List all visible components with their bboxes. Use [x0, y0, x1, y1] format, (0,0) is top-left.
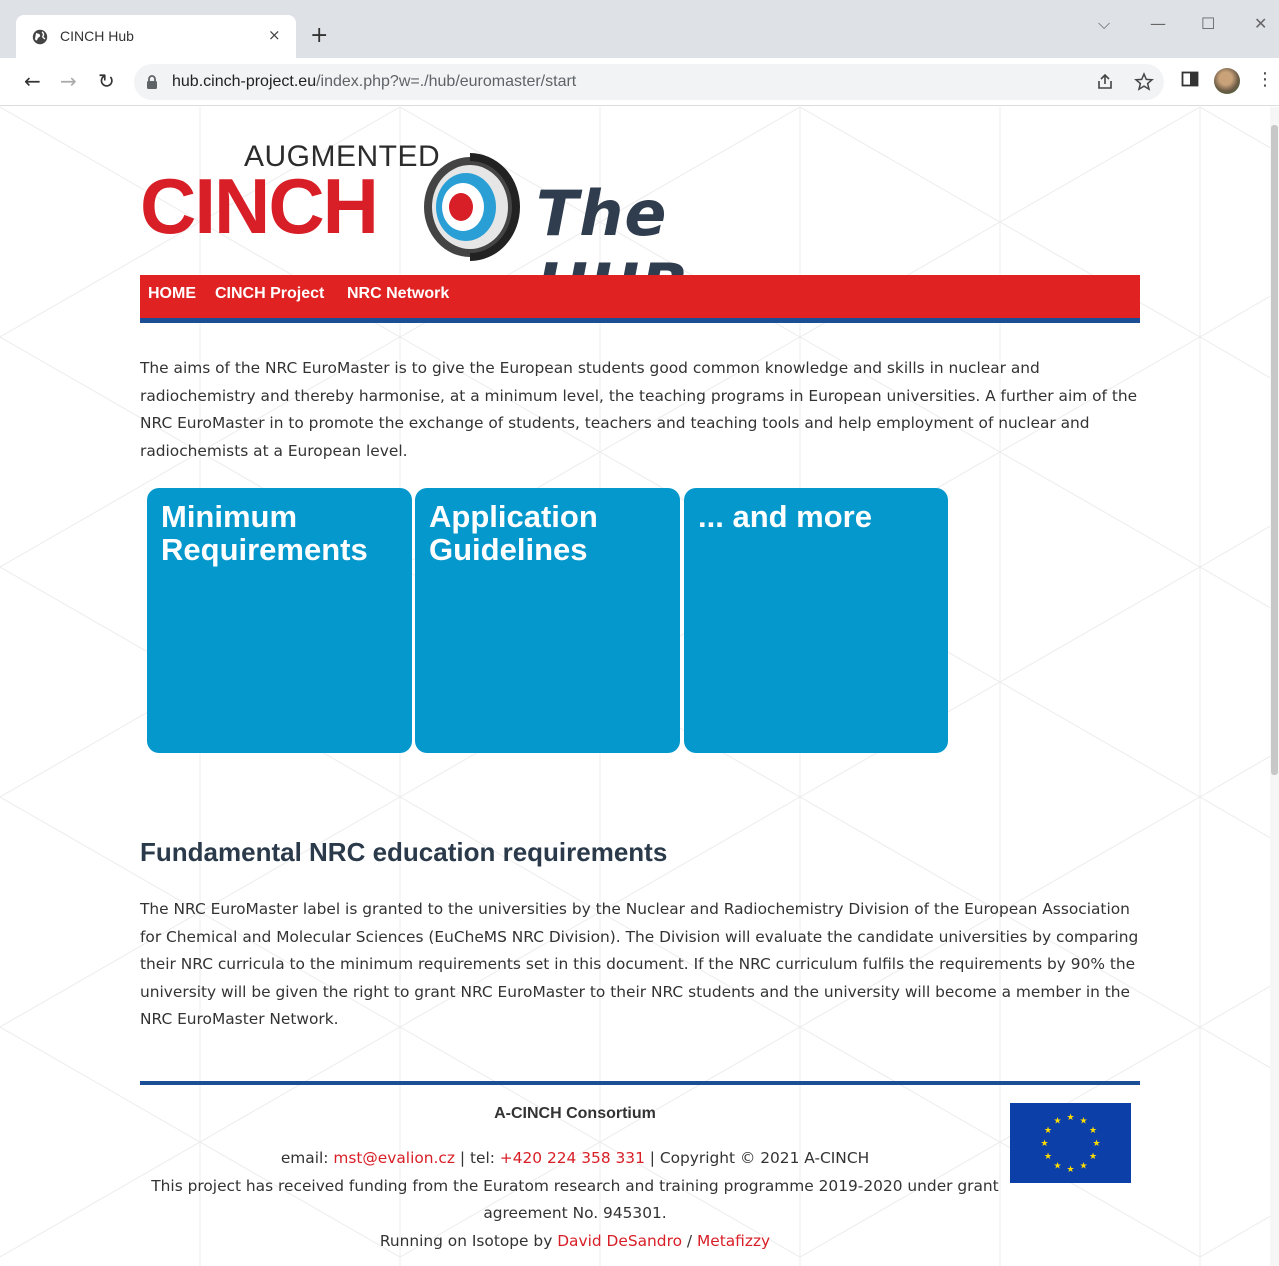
close-window-button[interactable]: ✕ — [1254, 14, 1267, 33]
forward-button[interactable]: → — [60, 69, 77, 93]
profile-avatar[interactable] — [1214, 68, 1240, 94]
browser-tabstrip: CINCH Hub × + ⌵ — ☐ ✕ — [0, 0, 1279, 58]
tile-title: ... and more — [698, 499, 872, 534]
maximize-button[interactable]: ☐ — [1201, 14, 1215, 33]
funding-text: This project has received funding from t… — [151, 1176, 999, 1223]
tab-title: CINCH Hub — [60, 28, 134, 44]
page-viewport: AUGMENTED CINCH The HUB HOME CINCH Proje… — [0, 107, 1279, 1266]
nav-nrc-network-link[interactable]: NRC Network — [347, 285, 449, 303]
author-link[interactable]: David DeSandro — [557, 1232, 682, 1250]
tile-title: Minimum Requirements — [161, 499, 368, 567]
svg-text:★: ★ — [1079, 1162, 1087, 1172]
tile-minimum-requirements[interactable]: Minimum Requirements — [147, 488, 412, 753]
scrollbar-thumb[interactable] — [1271, 125, 1278, 775]
svg-text:★: ★ — [1053, 1117, 1061, 1127]
share-icon[interactable] — [1096, 73, 1114, 91]
tile-application-guidelines[interactable]: Application Guidelines — [415, 488, 680, 753]
svg-text:★: ★ — [1079, 1117, 1087, 1127]
main-nav: HOME CINCH Project NRC Network — [140, 275, 1140, 323]
logo-cinch-text: CINCH — [140, 162, 379, 250]
more-icon[interactable]: ⋮ — [1256, 69, 1274, 91]
tab-search-icon[interactable]: ⌵ — [1098, 14, 1110, 34]
address-bar[interactable]: hub.cinch-project.eu/index.php?w=./hub/e… — [134, 64, 1164, 100]
reload-button[interactable]: ↻ — [98, 69, 115, 93]
browser-tab[interactable]: CINCH Hub × — [16, 15, 296, 58]
url-text[interactable]: hub.cinch-project.eu/index.php?w=./hub/e… — [172, 73, 576, 91]
footer-org-name: A-CINCH Consortium — [494, 1105, 656, 1122]
tile-title: Application Guidelines — [429, 499, 598, 567]
section-paragraph: The NRC EuroMaster label is granted to t… — [140, 900, 1139, 1028]
eu-flag-icon: ★ ★ ★ ★ ★ ★ ★ ★ ★ ★ ★ ★ — [1010, 1103, 1131, 1183]
nav-cinch-project-link[interactable]: CINCH Project — [215, 285, 324, 303]
tel-label: | tel: — [454, 1149, 500, 1167]
section-heading: Fundamental NRC education requirements — [140, 837, 668, 867]
page-scrollbar[interactable] — [1270, 107, 1279, 1266]
target-icon — [424, 153, 520, 261]
svg-text:★: ★ — [1092, 1139, 1100, 1149]
back-button[interactable]: ← — [24, 69, 41, 93]
separator-text: / — [681, 1231, 697, 1250]
footer-divider — [140, 1081, 1140, 1085]
globe-icon — [32, 29, 48, 45]
svg-text:★: ★ — [1044, 1126, 1052, 1136]
svg-text:★: ★ — [1066, 1165, 1074, 1175]
side-panel-icon[interactable] — [1181, 70, 1199, 88]
svg-text:★: ★ — [1089, 1126, 1097, 1136]
tile-and-more[interactable]: ... and more — [684, 488, 948, 753]
browser-toolbar: ← → ↻ hub.cinch-project.eu/index.php?w=.… — [0, 58, 1279, 106]
footer-contact: email: mst@evalion.cz | tel: +420 224 35… — [140, 1145, 1010, 1255]
tab-close-button[interactable]: × — [268, 26, 281, 44]
site-logo[interactable]: AUGMENTED CINCH The HUB — [140, 137, 830, 323]
nav-home-link[interactable]: HOME — [148, 285, 196, 303]
email-label: email: — [280, 1149, 334, 1167]
svg-text:★: ★ — [1066, 1113, 1074, 1123]
company-link[interactable]: Metafizzy — [697, 1232, 770, 1250]
new-tab-button[interactable]: + — [310, 23, 328, 49]
copyright-text: | Copyright © 2021 A-CINCH — [644, 1149, 870, 1167]
svg-text:★: ★ — [1089, 1152, 1097, 1162]
svg-text:★: ★ — [1044, 1152, 1052, 1162]
email-link[interactable]: mst@evalion.cz — [333, 1149, 455, 1167]
lock-icon[interactable] — [146, 75, 158, 89]
svg-text:★: ★ — [1053, 1162, 1061, 1172]
running-on-text: Running on Isotope by — [379, 1231, 558, 1250]
star-icon[interactable] — [1134, 72, 1154, 92]
svg-text:★: ★ — [1040, 1139, 1048, 1149]
tel-link[interactable]: +420 224 358 331 — [500, 1149, 645, 1167]
minimize-button[interactable]: — — [1150, 14, 1166, 33]
intro-paragraph: The aims of the NRC EuroMaster is to giv… — [140, 359, 1138, 460]
